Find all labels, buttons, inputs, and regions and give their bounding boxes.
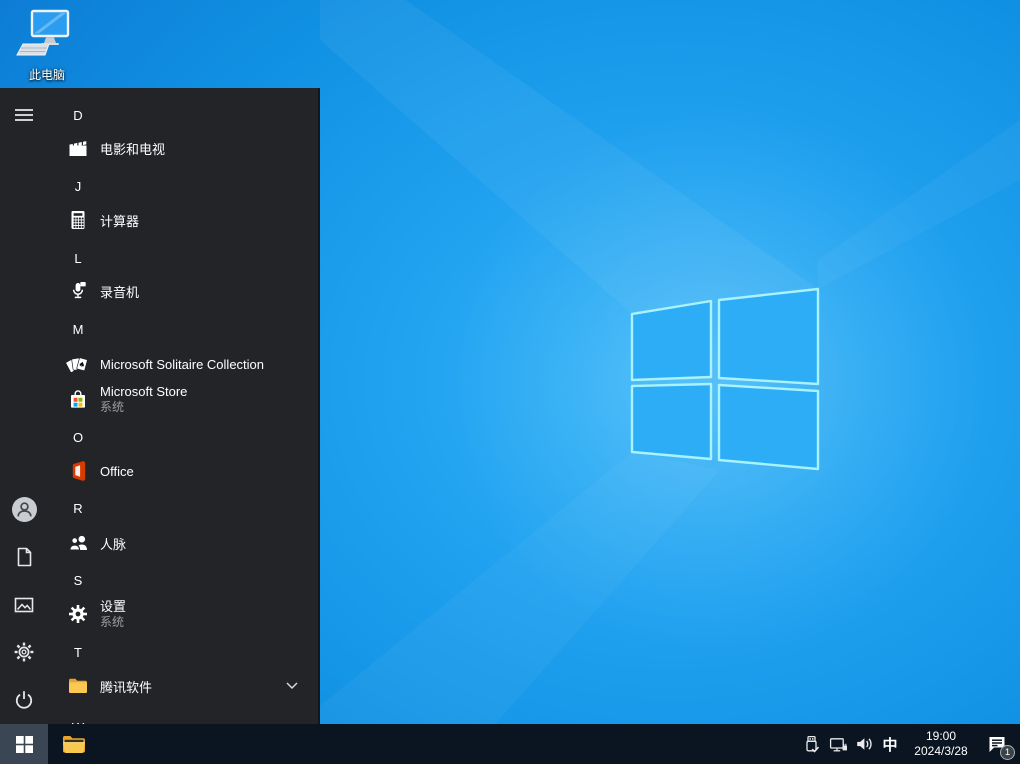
- power-button[interactable]: [0, 676, 48, 724]
- user-account-button[interactable]: [0, 485, 48, 533]
- windows-logo-icon: [15, 735, 33, 753]
- settings-gear-icon: [14, 642, 34, 662]
- section-letter-label: T: [74, 644, 82, 660]
- power-icon: [15, 691, 33, 709]
- app-item-movies-tv[interactable]: 电影和电视: [50, 133, 316, 163]
- hamburger-menu-icon: [15, 109, 33, 121]
- app-label: 计算器: [100, 213, 140, 229]
- app-item-office[interactable]: Office: [50, 456, 316, 486]
- this-pc-icon: [16, 9, 70, 56]
- usb-icon: [806, 735, 820, 753]
- volume-icon: [857, 738, 872, 750]
- app-item-tencent-folder[interactable]: 腾讯软件: [50, 671, 316, 701]
- taskbar: 中 19:00 2024/3/28 1: [0, 724, 1020, 764]
- section-letter-label: R: [73, 500, 83, 516]
- expand-menu-button[interactable]: [0, 91, 48, 139]
- file-explorer-button[interactable]: [54, 724, 94, 764]
- section-letter-l[interactable]: L: [50, 243, 316, 273]
- file-explorer-icon: [63, 736, 85, 753]
- app-item-settings[interactable]: 设置 系统: [50, 592, 316, 636]
- clock-date: 2024/3/28: [914, 744, 968, 758]
- action-center-button[interactable]: 1: [982, 724, 1015, 764]
- clock-time: 19:00: [925, 729, 957, 743]
- app-label: Microsoft Store: [100, 384, 188, 399]
- system-tray: 中 19:00 2024/3/28 1: [798, 724, 1020, 764]
- start-menu-rail: [0, 88, 48, 724]
- app-sublabel: 系统: [100, 615, 125, 629]
- app-label: 设置: [100, 599, 127, 614]
- documents-button[interactable]: [0, 533, 48, 581]
- desktop-icon-label: 此电脑: [28, 68, 65, 82]
- app-label: 电影和电视: [100, 141, 166, 157]
- app-label: 腾讯软件: [100, 679, 153, 695]
- office-icon: [62, 459, 94, 483]
- desktop-icon-this-pc[interactable]: 此电脑: [8, 8, 86, 83]
- pictures-icon: [14, 597, 34, 613]
- app-item-microsoft-store[interactable]: Microsoft Store 系统: [50, 377, 316, 421]
- start-menu-app-list: D 电影和电视 J 计算器 L 录音机 M ♠ Microsoft Solita…: [48, 88, 318, 724]
- volume-tray-icon[interactable]: [852, 724, 876, 764]
- app-sublabel: 系统: [100, 400, 125, 414]
- notification-badge: 1: [1000, 745, 1015, 760]
- section-letter-label: O: [72, 429, 84, 445]
- user-account-icon: [11, 496, 37, 522]
- section-letter-t[interactable]: T: [50, 637, 316, 667]
- section-letter-r[interactable]: R: [50, 493, 316, 523]
- app-label: 人脉: [100, 536, 127, 552]
- app-item-people[interactable]: 人脉: [50, 528, 316, 558]
- solitaire-cards-icon: ♠: [62, 352, 94, 376]
- section-letter-j[interactable]: J: [50, 171, 316, 201]
- app-item-calculator[interactable]: 计算器: [50, 205, 316, 235]
- settings-gear-icon: [62, 602, 94, 626]
- calculator-icon: [62, 208, 94, 232]
- app-label: Microsoft Solitaire Collection: [100, 356, 265, 372]
- people-icon: [62, 531, 94, 555]
- ime-indicator[interactable]: 中: [878, 734, 902, 755]
- microsoft-store-icon: [62, 387, 94, 411]
- voice-recorder-icon: [62, 279, 94, 303]
- section-letter-d[interactable]: D: [50, 100, 316, 130]
- start-button[interactable]: [0, 724, 48, 764]
- app-label: Office: [100, 463, 134, 479]
- usb-device-tray-icon[interactable]: [800, 724, 824, 764]
- section-letter-s[interactable]: S: [50, 565, 316, 595]
- chevron-down-icon: [286, 682, 298, 690]
- documents-icon: [17, 547, 32, 567]
- section-letter-label: S: [73, 572, 83, 588]
- rail-settings-button[interactable]: [0, 628, 48, 676]
- folder-icon: [62, 674, 94, 698]
- section-letter-label: D: [73, 107, 83, 123]
- network-icon: [829, 738, 847, 752]
- section-letter-w[interactable]: W: [50, 712, 316, 725]
- section-letter-m[interactable]: M: [50, 314, 316, 344]
- section-letter-o[interactable]: O: [50, 422, 316, 452]
- movies-tv-icon: [62, 136, 94, 160]
- pictures-button[interactable]: [0, 581, 48, 629]
- app-item-solitaire[interactable]: ♠ Microsoft Solitaire Collection: [50, 349, 316, 379]
- app-label: 录音机: [100, 284, 140, 300]
- start-menu-panel: D 电影和电视 J 计算器 L 录音机 M ♠ Microsoft Solita…: [0, 88, 320, 724]
- section-letter-label: J: [74, 178, 82, 194]
- clock[interactable]: 19:00 2024/3/28: [906, 729, 976, 759]
- section-letter-label: L: [74, 250, 82, 266]
- network-tray-icon[interactable]: [826, 724, 850, 764]
- app-item-voice-recorder[interactable]: 录音机: [50, 276, 316, 306]
- section-letter-label: M: [72, 321, 84, 337]
